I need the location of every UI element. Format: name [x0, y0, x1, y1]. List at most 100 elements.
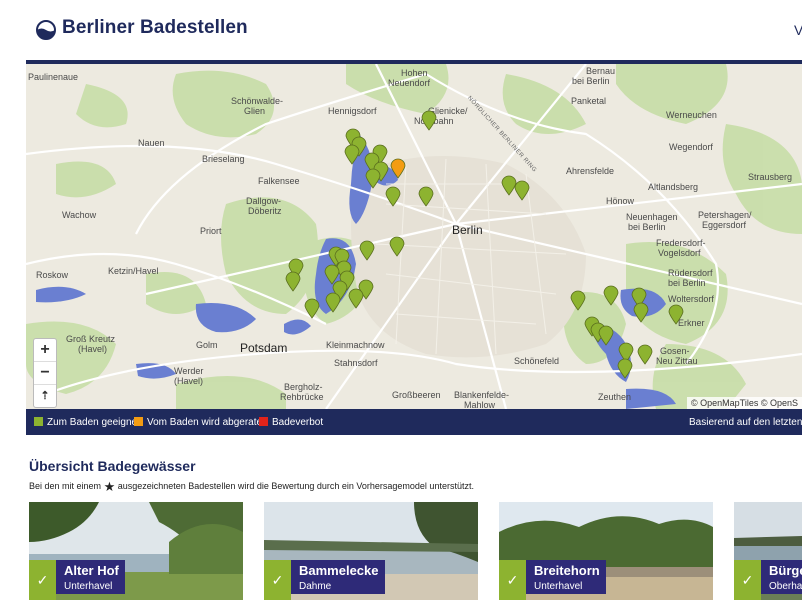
map-marker-green[interactable] [418, 185, 434, 207]
map-marker-green[interactable] [359, 239, 375, 261]
zoom-in-button[interactable]: + [34, 339, 56, 362]
place-label: Ketzin/Havel [108, 266, 159, 276]
card-name: Bammelecke [299, 563, 379, 578]
card-name: Breitehorn [534, 563, 600, 578]
place-label: Werneuchen [666, 110, 717, 120]
place-label: Werder [174, 366, 204, 376]
map-zoom-controls: + − ⇡ [33, 338, 57, 408]
overview-title: Übersicht Badegewässer [29, 458, 196, 474]
place-label: Roskow [36, 270, 69, 280]
place-label: Vogelsdorf [658, 248, 701, 258]
reset-bearing-button[interactable]: ⇡ [34, 385, 56, 407]
card-water: Unterhavel [64, 581, 113, 592]
map-marker-green[interactable] [344, 143, 360, 165]
place-label: Bergholz- [284, 382, 323, 392]
place-label: Hohen [401, 68, 428, 78]
place-label: Paulinenaue [28, 72, 79, 82]
map-marker-green[interactable] [389, 235, 405, 257]
legend-swatch-green [34, 417, 43, 426]
map-attribution[interactable]: © OpenMapTiles © OpenS [687, 397, 802, 409]
place-label: bei Berlin [572, 76, 610, 86]
place-label: (Havel) [78, 344, 108, 354]
map-marker-green[interactable] [637, 343, 653, 365]
map[interactable]: Paulinenaue Hohen Neuendorf Bernau bei Berli… [26, 64, 802, 409]
bathing-site-card[interactable]: ✓ Alter Hof Unterhavel [29, 502, 243, 600]
place-label: Döberitz [248, 206, 282, 216]
map-marker-green[interactable] [365, 167, 381, 189]
check-icon: ✓ [29, 560, 56, 600]
map-marker-orange[interactable] [390, 157, 406, 179]
legend-item-suitable: Zum Baden geeignet [34, 417, 140, 428]
site-title[interactable]: Berliner Badestellen [62, 17, 248, 39]
place-label: Ahrensfelde [566, 166, 615, 176]
map-marker-green[interactable] [668, 303, 684, 325]
card-label: Alter Hof Unterhavel [56, 560, 125, 594]
place-label: Priort [200, 226, 222, 236]
place-label: (Havel) [174, 376, 204, 386]
place-label: Dallgow- [246, 196, 282, 206]
check-icon: ✓ [264, 560, 291, 600]
place-label: Wachow [62, 210, 97, 220]
place-label: Bernau [586, 66, 616, 76]
place-label: Mahlow [464, 400, 496, 409]
map-marker-green[interactable] [617, 357, 633, 379]
map-marker-green[interactable] [598, 324, 614, 346]
place-label: Kleinmachnow [326, 340, 385, 350]
place-label: Rehbrücke [280, 392, 324, 402]
place-label: Altlandsberg [648, 182, 699, 192]
star-icon: ★ [103, 479, 116, 494]
place-label: Stahnsdorf [334, 358, 378, 368]
place-label: Schönwalde- [231, 96, 284, 106]
map-marker-green[interactable] [325, 291, 341, 313]
place-label: Nauen [138, 138, 165, 148]
card-label: Breitehorn Unterhavel [526, 560, 606, 594]
place-label: Hönow [606, 196, 635, 206]
legend-note: Basierend auf den letzten Mes [689, 417, 802, 428]
map-marker-green[interactable] [285, 270, 301, 292]
place-label: Hennigsdorf [328, 106, 377, 116]
bathing-site-card[interactable]: ✓ Breitehorn Unterhavel [499, 502, 713, 600]
check-icon: ✓ [499, 560, 526, 600]
place-label: Glien [244, 106, 266, 116]
check-icon: ✓ [734, 560, 761, 600]
place-label: Neu Zittau [656, 356, 698, 366]
map-marker-green[interactable] [304, 297, 320, 319]
card-name: Alter Hof [64, 563, 119, 578]
map-marker-green[interactable] [348, 287, 364, 309]
place-label: Neuenhagen [626, 212, 678, 222]
place-label: Neuendorf [388, 78, 431, 88]
place-label: Berlin [452, 223, 483, 237]
map-marker-green[interactable] [603, 284, 619, 306]
map-legend: Zum Baden geeignet Vom Baden wird abgera… [26, 409, 802, 435]
map-marker-green[interactable] [421, 109, 437, 131]
logo-icon[interactable] [36, 20, 56, 40]
bathing-site-card[interactable]: ✓ Bammelecke Dahme [264, 502, 478, 600]
card-label: Bammelecke Dahme [291, 560, 385, 594]
card-water: Dahme [299, 581, 332, 592]
map-marker-green[interactable] [514, 179, 530, 201]
place-label: Rüdersdorf [668, 268, 713, 278]
map-marker-green[interactable] [633, 301, 649, 323]
map-marker-green[interactable] [570, 289, 586, 311]
place-label: Strausberg [748, 172, 793, 182]
place-label: Potsdam [240, 341, 288, 355]
place-label: Golm [196, 340, 218, 350]
map-marker-green[interactable] [385, 185, 401, 207]
zoom-out-button[interactable]: − [34, 362, 56, 385]
overview-text: Bei den mit einem ★ ausgezeichneten Bade… [29, 479, 474, 494]
place-label: Fredersdorf- [656, 238, 706, 248]
place-label: Schönefeld [514, 356, 560, 366]
bathing-site-card[interactable]: ✓ Bürge Oberha [734, 502, 802, 600]
place-label: Panketal [571, 96, 607, 106]
legend-swatch-orange [134, 417, 143, 426]
card-water: Unterhavel [534, 581, 583, 592]
place-label: Großbeeren [392, 390, 441, 400]
place-label: Wegendorf [669, 142, 713, 152]
place-label: bei Berlin [668, 278, 706, 288]
nav-link-partial[interactable]: V [794, 22, 802, 38]
place-label: Gosen- [660, 346, 690, 356]
place-label: Falkensee [258, 176, 300, 186]
legend-item-prohibited: Badeverbot [259, 417, 323, 428]
legend-swatch-red [259, 417, 268, 426]
place-label: Blankenfelde- [454, 390, 510, 400]
